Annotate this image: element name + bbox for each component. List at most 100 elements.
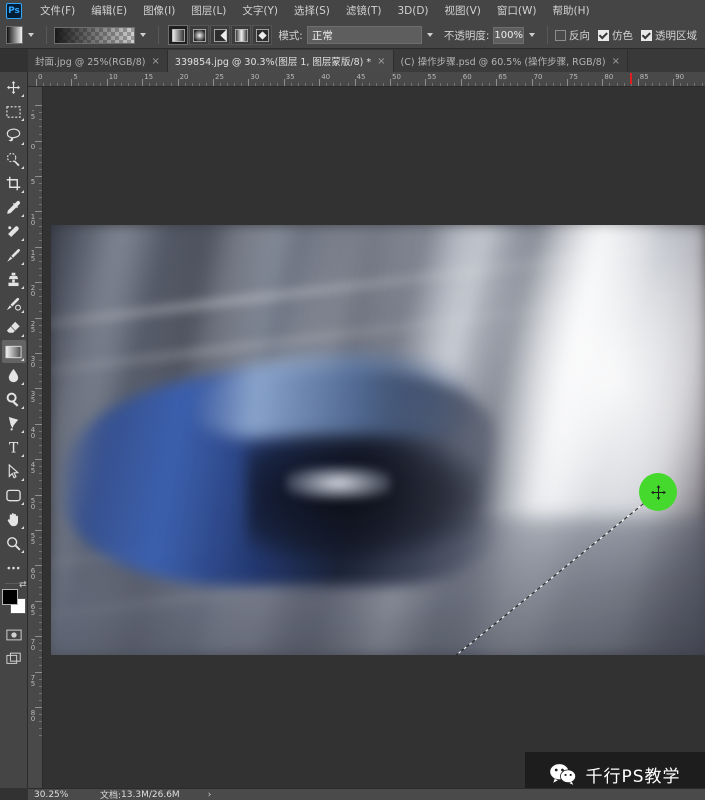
transparency-checkbox-box[interactable] bbox=[641, 29, 652, 41]
ruler-label: 30 bbox=[29, 355, 37, 367]
menu-help[interactable]: 帮助(H) bbox=[545, 2, 598, 20]
document-tab[interactable]: 封面.jpg @ 25%(RGB/8) × bbox=[28, 50, 168, 72]
horizontal-ruler[interactable]: 0 5 10 15 20 25 30 35 40 45 50 55 60 65 70 75 80 85 90 bbox=[28, 72, 705, 87]
menu-edit[interactable]: 编辑(E) bbox=[83, 2, 135, 20]
path-selection-tool[interactable] bbox=[2, 460, 26, 483]
lasso-tool[interactable] bbox=[2, 124, 26, 147]
blend-mode-select[interactable]: 正常 bbox=[306, 26, 422, 44]
ruler-minor-tick bbox=[524, 83, 526, 86]
ruler-minor-tick bbox=[220, 83, 222, 86]
menu-filter[interactable]: 滤镜(T) bbox=[338, 2, 390, 20]
menu-image[interactable]: 图像(I) bbox=[135, 2, 183, 20]
move-tool[interactable] bbox=[2, 76, 26, 99]
gradient-tool[interactable] bbox=[1, 340, 26, 363]
status-bar: 30.25% 文档: 13.3M/26.6M › bbox=[28, 788, 705, 800]
dither-checkbox-box[interactable] bbox=[598, 29, 609, 41]
ruler-minor-tick bbox=[39, 260, 42, 262]
menu-3d[interactable]: 3D(D) bbox=[389, 2, 436, 20]
ruler-minor-tick bbox=[418, 83, 420, 86]
screen-mode-button[interactable] bbox=[2, 647, 26, 670]
dither-checkbox[interactable]: 仿色 bbox=[598, 28, 633, 43]
menu-layer[interactable]: 图层(L) bbox=[183, 2, 234, 20]
ruler-tick bbox=[35, 530, 42, 531]
ruler-minor-tick bbox=[503, 83, 505, 86]
diamond-gradient-button[interactable] bbox=[252, 25, 273, 45]
ruler-minor-tick bbox=[39, 395, 42, 397]
history-brush-tool[interactable] bbox=[2, 292, 26, 315]
crop-tool[interactable] bbox=[2, 172, 26, 195]
blur-tool[interactable] bbox=[2, 364, 26, 387]
opacity-input[interactable]: 100% bbox=[493, 26, 524, 44]
ruler-tick bbox=[35, 282, 42, 284]
document-tab[interactable]: 339854.jpg @ 30.3%(图层 1, 图层蒙版/8) * × bbox=[167, 50, 394, 72]
radial-gradient-button[interactable] bbox=[189, 25, 210, 45]
vertical-ruler[interactable]: -5 0 5 10 15 20 25 30 35 40 45 50 55 60 65 70 75 80 bbox=[28, 87, 43, 790]
ruler-minor-tick bbox=[39, 586, 42, 588]
zoom-level[interactable]: 30.25% bbox=[28, 790, 90, 800]
ruler-minor-tick bbox=[39, 154, 42, 156]
type-tool[interactable]: T bbox=[2, 436, 26, 459]
reverse-checkbox-label: 反向 bbox=[569, 29, 590, 42]
ruler-minor-tick bbox=[297, 83, 299, 86]
ruler-minor-tick bbox=[39, 324, 42, 326]
quick-selection-tool[interactable] bbox=[2, 148, 26, 171]
pen-tool[interactable] bbox=[2, 412, 26, 435]
hand-tool[interactable] bbox=[2, 508, 26, 531]
eyedropper-tool[interactable] bbox=[2, 196, 26, 219]
ruler-minor-tick bbox=[347, 83, 349, 86]
blend-mode-chevron-down-icon[interactable] bbox=[426, 33, 433, 37]
menu-select[interactable]: 选择(S) bbox=[286, 2, 338, 20]
close-icon[interactable]: × bbox=[152, 56, 160, 67]
opacity-chevron-down-icon[interactable] bbox=[529, 33, 535, 37]
ruler-minor-tick bbox=[368, 83, 370, 86]
ruler-minor-tick bbox=[39, 508, 42, 510]
transparency-checkbox[interactable]: 透明区域 bbox=[641, 28, 697, 43]
reverse-checkbox-box[interactable] bbox=[555, 29, 566, 41]
ruler-minor-tick bbox=[651, 83, 653, 86]
ruler-label: 5 bbox=[29, 178, 37, 184]
menu-view[interactable]: 视图(V) bbox=[437, 2, 489, 20]
document-artboard[interactable] bbox=[51, 225, 705, 655]
zoom-tool[interactable] bbox=[2, 532, 26, 555]
gradient-picker-chevron-down-icon[interactable] bbox=[140, 33, 147, 37]
brush-tool[interactable] bbox=[2, 244, 26, 267]
foreground-color-swatch[interactable] bbox=[1, 589, 18, 605]
eraser-tool[interactable] bbox=[2, 316, 26, 339]
close-icon[interactable]: × bbox=[377, 56, 385, 67]
rectangle-tool[interactable] bbox=[2, 484, 26, 507]
more-tools-button[interactable] bbox=[2, 556, 26, 579]
document-tab[interactable]: (C) 操作步骤.psd @ 60.5% (操作步骤, RGB/8) × bbox=[393, 50, 628, 72]
reflected-gradient-button[interactable] bbox=[231, 25, 252, 45]
dodge-tool[interactable] bbox=[2, 388, 26, 411]
tool-more-corner-icon bbox=[20, 526, 24, 529]
ruler-minor-tick bbox=[333, 83, 335, 86]
ruler-minor-tick bbox=[411, 83, 413, 86]
gradient-tool-icon[interactable] bbox=[6, 26, 23, 44]
watermark-text: 千行PS教学 bbox=[585, 766, 681, 787]
canvas-area[interactable] bbox=[43, 87, 705, 790]
ruler-label: 70 bbox=[29, 638, 37, 651]
gradient-preview-swatch[interactable] bbox=[53, 26, 136, 44]
tool-preset-chevron-down-icon[interactable] bbox=[27, 33, 34, 37]
menu-file[interactable]: 文件(F) bbox=[32, 2, 83, 20]
linear-gradient-button[interactable] bbox=[168, 25, 189, 45]
menu-type[interactable]: 文字(Y) bbox=[234, 2, 286, 20]
gradient-endpoint-marker[interactable] bbox=[639, 473, 677, 511]
ruler-minor-tick bbox=[581, 83, 583, 86]
spot-healing-brush-tool[interactable] bbox=[2, 220, 26, 243]
rectangular-marquee-tool[interactable] bbox=[2, 100, 26, 123]
menu-window[interactable]: 窗口(W) bbox=[489, 2, 545, 20]
reverse-checkbox[interactable]: 反向 bbox=[555, 28, 590, 43]
close-icon[interactable]: × bbox=[612, 56, 620, 67]
clone-stamp-tool[interactable] bbox=[2, 268, 26, 291]
ruler-minor-tick bbox=[39, 607, 42, 609]
ruler-minor-tick bbox=[39, 197, 42, 199]
angle-gradient-button[interactable] bbox=[210, 25, 231, 45]
ruler-minor-tick bbox=[340, 83, 342, 86]
ruler-minor-tick bbox=[198, 83, 200, 86]
status-expand-arrow-icon[interactable]: › bbox=[208, 790, 212, 800]
ruler-label: 35 bbox=[285, 73, 295, 81]
quick-mask-button[interactable] bbox=[2, 623, 26, 646]
ruler-minor-tick bbox=[39, 664, 42, 666]
swap-colors-icon[interactable]: ⇄ bbox=[19, 580, 27, 590]
